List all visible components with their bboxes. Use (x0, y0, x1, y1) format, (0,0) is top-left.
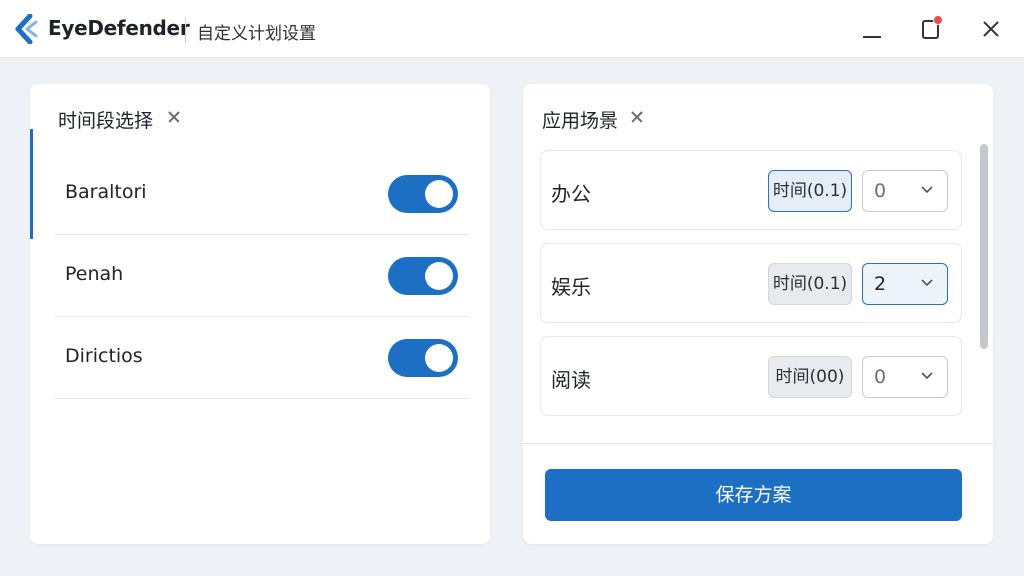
time-period-label: Dirictios (65, 345, 143, 367)
scene-name: 阅读 (551, 368, 591, 392)
scene-panel-title: 应用场景 (542, 110, 619, 132)
time-button[interactable]: 时间(0.1) (768, 170, 852, 212)
scene-panel-close-icon[interactable] (629, 108, 647, 126)
scrollbar-thumb[interactable] (980, 144, 988, 349)
select-value: 0 (874, 180, 887, 202)
toggle-knob (425, 180, 453, 208)
time-panel-close-icon[interactable] (166, 108, 184, 126)
window-subtitle: 自定义计划设置 (197, 24, 316, 44)
title-divider (185, 17, 186, 43)
active-row-indicator (30, 129, 33, 239)
scene-card-entertainment: 娱乐 时间(0.1) 2 (540, 243, 962, 323)
scene-card-reading: 阅读 时间(00) 0 (540, 336, 962, 416)
scrollbar (978, 139, 988, 439)
time-period-toggle[interactable] (388, 257, 458, 295)
select-value: 0 (874, 366, 887, 388)
time-panel-title: 时间段选择 (58, 110, 154, 132)
app-name: EyeDefender (48, 16, 190, 40)
scene-panel: 应用场景 办公 时间(0.1) 0 娱乐 时间(0.1) 2 阅读 时间(00)… (523, 84, 993, 544)
title-bar: EyeDefender 自定义计划设置 (0, 0, 1024, 58)
level-select[interactable]: 0 (862, 356, 948, 398)
scene-name: 办公 (551, 182, 591, 206)
app-logo-icon (15, 14, 38, 44)
time-period-panel: 时间段选择 Baraltori Penah Dirictios (30, 84, 490, 544)
time-period-label: Baraltori (65, 181, 147, 203)
time-period-toggle[interactable] (388, 339, 458, 377)
time-period-label: Penah (65, 263, 124, 285)
level-select[interactable]: 0 (862, 170, 948, 212)
time-period-row: Baraltori (55, 153, 469, 235)
time-period-row: Penah (55, 235, 469, 317)
minimize-button[interactable] (858, 14, 888, 44)
time-button[interactable]: 时间(00) (768, 356, 852, 398)
chevron-down-icon (921, 186, 933, 194)
footer-divider (523, 443, 993, 444)
select-value: 2 (874, 273, 887, 295)
notification-button[interactable] (917, 14, 947, 44)
scene-card-office: 办公 时间(0.1) 0 (540, 150, 962, 230)
toggle-knob (425, 344, 453, 372)
toggle-knob (425, 262, 453, 290)
save-plan-button[interactable]: 保存方案 (545, 469, 962, 521)
chevron-down-icon (921, 372, 933, 380)
close-window-button[interactable] (975, 14, 1005, 44)
notification-badge (933, 15, 943, 25)
level-select[interactable]: 2 (862, 263, 948, 305)
scene-name: 娱乐 (551, 275, 591, 299)
chevron-down-icon (921, 279, 933, 287)
time-period-row: Dirictios (55, 317, 469, 399)
time-period-toggle[interactable] (388, 175, 458, 213)
time-button[interactable]: 时间(0.1) (768, 263, 852, 305)
